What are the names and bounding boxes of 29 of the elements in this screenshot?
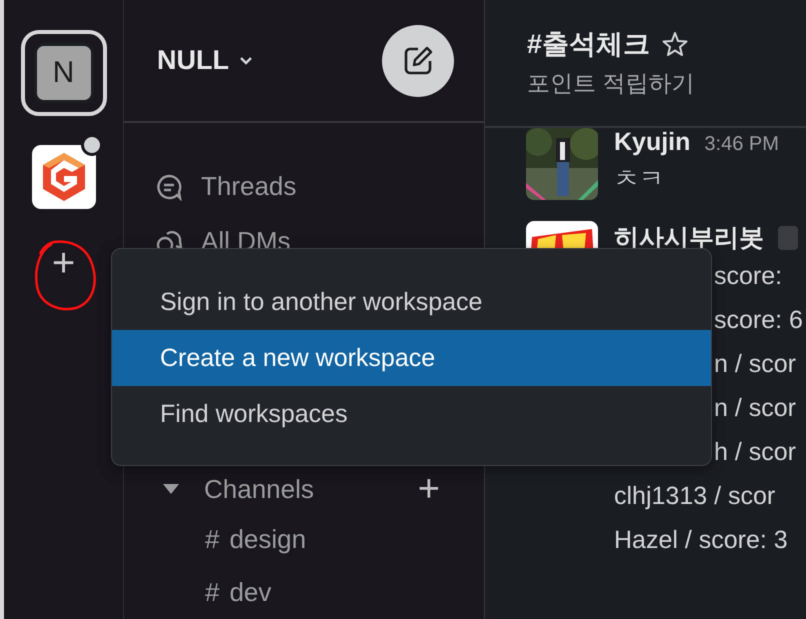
menu-item[interactable]: Create a new workspace [112,330,711,386]
message-text: score: 6 [713,305,804,336]
message-text: score: [713,261,784,292]
add-channel-button[interactable]: + [418,470,440,508]
thread-icon [155,172,183,201]
caret-down-icon[interactable] [162,483,180,496]
message-text: clhj1313 / scor [614,481,776,512]
message-time[interactable]: 3:46 PM [704,133,779,156]
sidebar-item[interactable]: Threads [124,159,484,214]
message-text: n / scor [713,349,797,380]
workspace-name[interactable]: NULL [157,45,253,76]
channel-title: #출석체크 [527,28,650,61]
chevron-down-icon [238,56,253,66]
channel-item[interactable]: # design [124,513,484,566]
menu-item[interactable]: Find workspaces [112,386,711,442]
add-workspace-button[interactable]: + [38,238,88,288]
message-author[interactable]: Kyujin [614,128,690,157]
message-text: n / scor [713,393,797,424]
workspace-initial: N [34,43,94,103]
workspace-switcher[interactable]: N [20,30,106,116]
message-text: h / scor [713,437,797,468]
hexagon-logo-icon [42,153,84,201]
channel-item[interactable]: # dev [124,566,484,619]
message-text: Hazel / score: 3 [614,525,789,556]
message-text: ㅊㅋ [614,164,665,195]
star-icon[interactable] [662,31,688,57]
menu-item[interactable]: Sign in to another workspace [112,274,711,330]
section-heading[interactable]: Channels [204,474,418,505]
channel-topic: 포인트 적립하기 [527,69,696,98]
